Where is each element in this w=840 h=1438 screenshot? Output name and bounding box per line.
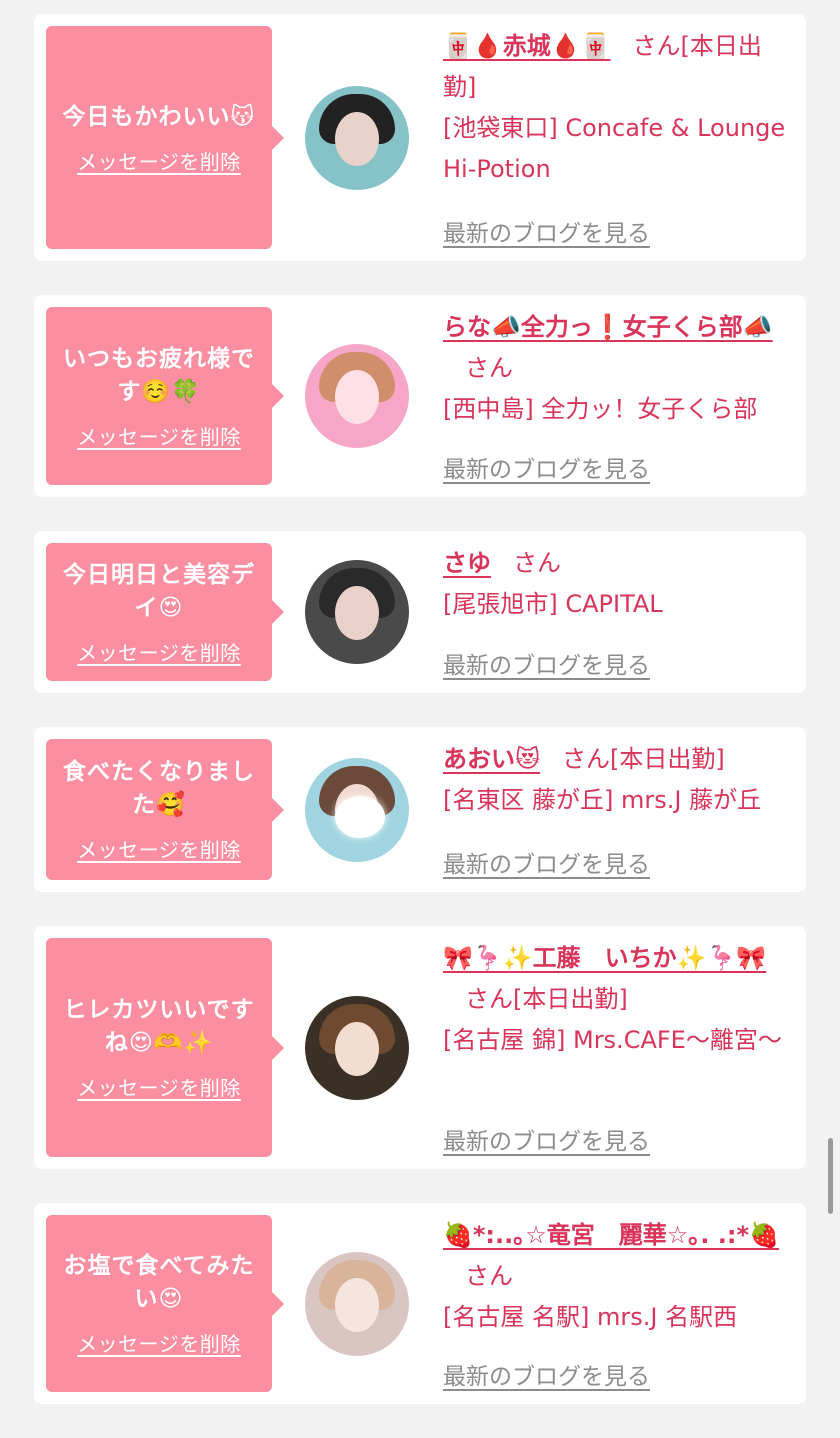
message-card: 食べたくなりました🥰 メッセージを削除 あおい😻 さん[本日出勤] [名東区 藤が… [34, 727, 806, 892]
message-bubble: ヒレカツいいですね😍🫶✨ メッセージを削除 [46, 938, 284, 1157]
san-label: さん [513, 549, 561, 577]
delete-message-link[interactable]: メッセージを削除 [77, 637, 241, 666]
avatar-face [335, 586, 379, 640]
delete-message-link[interactable]: メッセージを削除 [77, 1328, 241, 1357]
avatar[interactable] [305, 995, 409, 1100]
cast-name-link[interactable]: らな📣全力っ❗️女子くら部📣 [443, 313, 773, 341]
cast-info: あおい😻 さん[本日出勤] [名東区 藤が丘] mrs.J 藤が丘 最新のブログを… [443, 739, 794, 880]
shop-name: [名古屋 名駅] mrs.J 名駅西 [443, 1303, 738, 1331]
avatar-face [335, 370, 379, 424]
delete-message-link[interactable]: メッセージを削除 [77, 421, 241, 450]
san-label: さん [465, 354, 513, 382]
latest-blog-link[interactable]: 最新のブログを見る [443, 1127, 650, 1157]
avatar[interactable] [305, 757, 409, 862]
message-card: いつもお疲れ様です☺️🍀 メッセージを削除 らな📣全力っ❗️女子くら部📣 さん [… [34, 295, 806, 497]
cast-info: さゆ さん [尾張旭市] CAPITAL 最新のブログを見る [443, 543, 794, 681]
san-label: さん [465, 985, 513, 1013]
avatar-face [335, 1277, 379, 1332]
cast-name-link[interactable]: 🍓*:..｡☆竜宮 麗華☆｡. .:*🍓 [443, 1221, 779, 1249]
avatar-face [335, 111, 379, 166]
shop-name: [名東区 藤が丘] mrs.J 藤が丘 [443, 786, 762, 814]
cast-name-link[interactable]: 🀄🩸赤城🩸🀄 [443, 32, 611, 60]
delete-message-link[interactable]: メッセージを削除 [77, 146, 241, 175]
cast-info: 🀄🩸赤城🩸🀄 さん[本日出勤] [池袋東口] Concafe & Lounge H… [443, 26, 794, 249]
cast-info: らな📣全力っ❗️女子くら部📣 さん [西中島] 全力ッ！女子くら部 最新のブログを… [443, 307, 794, 485]
latest-blog-link[interactable]: 最新のブログを見る [443, 651, 650, 681]
message-text: 今日もかわいい😽 [62, 103, 256, 130]
message-bubble: いつもお疲れ様です☺️🍀 メッセージを削除 [46, 307, 284, 485]
latest-blog-link[interactable]: 最新のブログを見る [443, 455, 650, 485]
san-label: さん [562, 745, 611, 773]
avatar[interactable] [305, 344, 409, 448]
message-list: 今日もかわいい😽 メッセージを削除 🀄🩸赤城🩸🀄 さん[本日出勤] [池袋東口] … [34, 14, 806, 1438]
shop-name: [名古屋 錦] Mrs.CAFE〜離宮〜 [443, 1026, 782, 1054]
message-card: お塩で食べてみたい😍 メッセージを削除 🍓*:..｡☆竜宮 麗華☆｡. .:*🍓… [34, 1203, 806, 1404]
delete-message-link[interactable]: メッセージを削除 [77, 1072, 241, 1101]
latest-blog-link[interactable]: 最新のブログを見る [443, 1362, 650, 1392]
cast-name-link[interactable]: さゆ [443, 549, 491, 577]
avatar[interactable] [305, 1251, 409, 1356]
status-text: [本日出勤] [513, 985, 628, 1013]
shop-name: [西中島] 全力ッ！女子くら部 [443, 395, 758, 423]
status-text: [本日出勤] [610, 745, 725, 773]
san-label: さん [632, 32, 681, 60]
message-bubble: お塩で食べてみたい😍 メッセージを削除 [46, 1215, 284, 1392]
message-bubble: 食べたくなりました🥰 メッセージを削除 [46, 739, 284, 880]
message-card: 今日もかわいい😽 メッセージを削除 🀄🩸赤城🩸🀄 さん[本日出勤] [池袋東口] … [34, 14, 806, 261]
shop-name: [池袋東口] Concafe & Lounge Hi-Potion [443, 114, 786, 183]
message-card: ヒレカツいいですね😍🫶✨ メッセージを削除 🎀🦩✨工藤 いちか✨🦩🎀 さん[本日出… [34, 926, 806, 1169]
cast-name-link[interactable]: 🎀🦩✨工藤 いちか✨🦩🎀 [443, 944, 766, 972]
shop-name: [尾張旭市] CAPITAL [443, 590, 663, 618]
scrollbar[interactable] [828, 1138, 833, 1214]
cast-info: 🎀🦩✨工藤 いちか✨🦩🎀 さん[本日出勤] [名古屋 錦] Mrs.CAFE〜離宮… [443, 938, 794, 1157]
avatar[interactable] [305, 560, 409, 664]
message-bubble: 今日明日と美容デイ😍 メッセージを削除 [46, 543, 284, 681]
message-text: お塩で食べてみたい😍 [63, 1253, 255, 1312]
message-text: いつもお疲れ様です☺️🍀 [63, 345, 255, 405]
latest-blog-link[interactable]: 最新のブログを見る [443, 219, 650, 249]
cast-info: 🍓*:..｡☆竜宮 麗華☆｡. .:*🍓 さん [名古屋 名駅] mrs.J 名駅… [443, 1215, 794, 1392]
message-text: ヒレカツいいですね😍🫶✨ [63, 997, 255, 1056]
message-text: 今日明日と美容デイ😍 [63, 561, 255, 621]
latest-blog-link[interactable]: 最新のブログを見る [443, 850, 650, 880]
cast-name-link[interactable]: あおい😻 [443, 745, 540, 773]
san-label: さん [465, 1262, 513, 1290]
delete-message-link[interactable]: メッセージを削除 [77, 834, 241, 863]
privacy-blur [335, 795, 385, 838]
message-bubble: 今日もかわいい😽 メッセージを削除 [46, 26, 284, 249]
avatar-face [335, 1021, 379, 1076]
avatar[interactable] [305, 85, 409, 190]
message-text: 食べたくなりました🥰 [63, 759, 255, 818]
message-card: 今日明日と美容デイ😍 メッセージを削除 さゆ さん [尾張旭市] CAPITAL … [34, 531, 806, 693]
